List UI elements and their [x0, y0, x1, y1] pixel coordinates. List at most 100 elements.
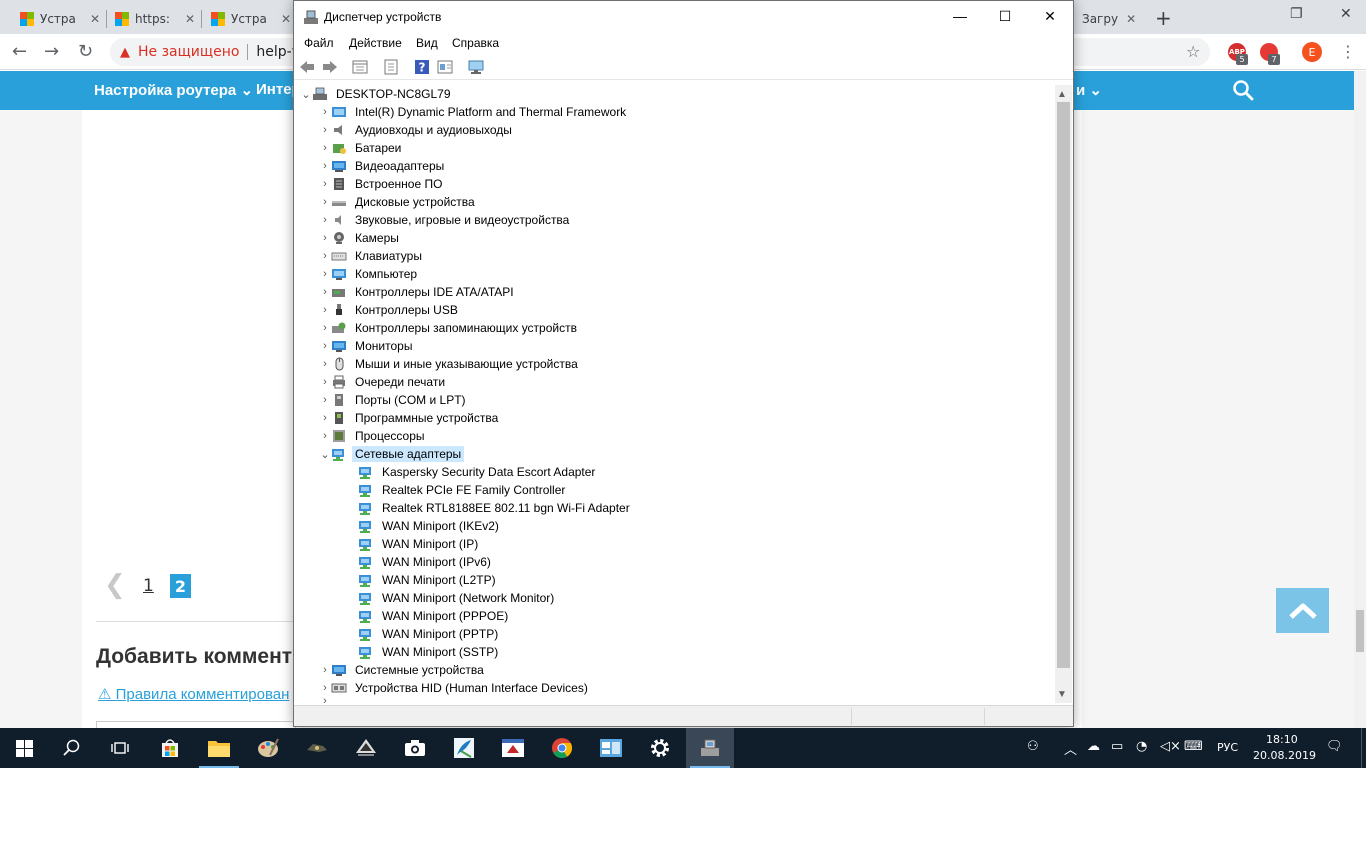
network-adapter-item[interactable]: WAN Miniport (PPPOE)	[346, 607, 511, 625]
network-adapter-item[interactable]: WAN Miniport (IPv6)	[346, 553, 494, 571]
back-icon[interactable]	[298, 58, 316, 76]
network-adapter-item[interactable]: WAN Miniport (L2TP)	[346, 571, 499, 589]
tree-category[interactable]: › Звуковые, игровые и видеоустройства	[319, 211, 572, 229]
expand-chevron-icon[interactable]: ›	[319, 682, 331, 694]
expand-chevron-icon[interactable]: ›	[319, 430, 331, 442]
expand-chevron-icon[interactable]: ›	[319, 286, 331, 298]
show-desktop-button[interactable]	[1361, 728, 1366, 768]
taskbar-camera-app[interactable]	[391, 728, 439, 768]
expand-chevron-icon[interactable]: ›	[319, 394, 331, 406]
minimize-button[interactable]: ―	[937, 1, 983, 31]
onedrive-cloud-icon[interactable]: ☁	[1087, 739, 1100, 754]
back-arrow-icon[interactable]: ←	[12, 41, 27, 62]
expand-chevron-icon[interactable]: ›	[319, 142, 331, 154]
expand-chevron-icon[interactable]: ›	[319, 412, 331, 424]
taskbar-store-app[interactable]	[146, 728, 194, 768]
browser-close-icon[interactable]: ✕	[1340, 6, 1352, 22]
taskbar-chrome-app[interactable]	[538, 728, 586, 768]
expand-chevron-icon[interactable]: ›	[319, 322, 331, 334]
tree-category[interactable]: › Видеоадаптеры	[319, 157, 447, 175]
tree-category[interactable]: › Мониторы	[319, 337, 415, 355]
menu-action[interactable]: Действие	[349, 36, 402, 50]
help-icon[interactable]: ?	[413, 58, 431, 76]
browser-tab-2[interactable]: https: ✕	[107, 4, 203, 34]
site-nav-more[interactable]: и ⌄	[1076, 81, 1102, 99]
scroll-down-arrow-icon[interactable]: ▼	[1057, 689, 1067, 700]
properties-icon[interactable]	[382, 58, 400, 76]
taskbar-settings-app[interactable]	[636, 728, 684, 768]
expand-chevron-icon[interactable]: ›	[319, 196, 331, 208]
tree-category[interactable]: › Контроллеры USB	[319, 301, 461, 319]
expand-chevron-icon[interactable]: ›	[319, 250, 331, 262]
tree-category[interactable]: › Дисковые устройства	[319, 193, 478, 211]
tab-close-icon[interactable]: ✕	[281, 12, 291, 26]
expand-chevron-icon[interactable]: ›	[319, 340, 331, 352]
maximize-button[interactable]: ☐	[982, 1, 1028, 31]
tree-category[interactable]: › Контроллеры запоминающих устройств	[319, 319, 580, 337]
input-language[interactable]: РУС	[1217, 741, 1238, 754]
page-scrollbar-thumb[interactable]	[1356, 610, 1364, 652]
menu-view[interactable]: Вид	[416, 36, 438, 50]
start-button[interactable]	[0, 728, 48, 768]
people-icon[interactable]: ⚇	[1027, 739, 1039, 754]
close-button[interactable]: ✕	[1027, 1, 1073, 31]
network-adapter-item[interactable]: WAN Miniport (Network Monitor)	[346, 589, 557, 607]
pager-prev-icon[interactable]: ❮	[104, 570, 126, 600]
tree-root[interactable]: ⌄ DESKTOP-NC8GL79	[300, 85, 454, 103]
tree-view-icon[interactable]	[351, 58, 369, 76]
clock-time[interactable]: 18:10	[1266, 733, 1298, 746]
network-adapter-item[interactable]: Realtek PCIe FE Family Controller	[346, 481, 568, 499]
taskbar-paint-app[interactable]	[244, 728, 292, 768]
device-manager-titlebar[interactable]: Диспетчер устройств ― ☐ ✕	[294, 1, 1073, 32]
network-adapter-item[interactable]: WAN Miniport (PPTP)	[346, 625, 501, 643]
clock-date[interactable]: 20.08.2019	[1253, 749, 1316, 762]
scan-hardware-icon[interactable]	[467, 58, 485, 76]
forward-arrow-icon[interactable]: →	[44, 41, 59, 62]
network-adapter-item[interactable]: Realtek RTL8188EE 802.11 bgn Wi-Fi Adapt…	[346, 499, 633, 517]
tree-category[interactable]: › Батареи	[319, 139, 404, 157]
collapse-chevron-icon[interactable]: ⌄	[319, 448, 331, 461]
reload-icon[interactable]: ↻	[78, 41, 93, 62]
expand-chevron-icon[interactable]: ›	[319, 376, 331, 388]
tab-close-icon[interactable]: ✕	[1126, 12, 1136, 26]
tree-category[interactable]: › Очереди печати	[319, 373, 448, 391]
tree-category[interactable]: › Встроенное ПО	[319, 175, 445, 193]
expand-chevron-icon[interactable]: ›	[319, 304, 331, 316]
tree-category-network-adapters[interactable]: ⌄ Сетевые адаптеры	[319, 445, 465, 463]
expand-chevron-icon[interactable]: ›	[319, 232, 331, 244]
chrome-menu-icon[interactable]: ⋮	[1340, 42, 1356, 61]
notifications-icon[interactable]: 🗨	[1326, 739, 1343, 754]
network-adapter-item[interactable]: WAN Miniport (SSTP)	[346, 643, 501, 661]
network-adapter-item[interactable]: WAN Miniport (IKEv2)	[346, 517, 502, 535]
tree-item-partial[interactable]: ›	[319, 697, 331, 703]
keyboard-tray-icon[interactable]: ⌨	[1184, 739, 1203, 754]
taskbar-app-9[interactable]	[489, 728, 537, 768]
profile-avatar[interactable]: E	[1302, 42, 1322, 62]
expand-chevron-icon[interactable]: ›	[319, 358, 331, 370]
wifi-tray-icon[interactable]: ◔	[1136, 739, 1147, 754]
task-view-button[interactable]	[96, 728, 144, 768]
forward-icon[interactable]	[321, 58, 339, 76]
tree-category[interactable]: › Порты (COM и LPT)	[319, 391, 469, 409]
tree-category[interactable]: › Процессоры	[319, 427, 428, 445]
tab-close-icon[interactable]: ✕	[185, 12, 195, 26]
tray-overflow-chevron-icon[interactable]: ︿	[1064, 739, 1077, 758]
taskbar-explorer-app[interactable]	[195, 728, 243, 768]
tree-category[interactable]: › Компьютер	[319, 265, 420, 283]
network-adapter-item[interactable]: Kaspersky Security Data Escort Adapter	[346, 463, 598, 481]
taskbar-app-6[interactable]	[342, 728, 390, 768]
tree-category[interactable]: › Камеры	[319, 229, 402, 247]
bookmark-star-icon[interactable]: ☆	[1186, 42, 1200, 61]
tab-close-icon[interactable]: ✕	[90, 12, 100, 26]
collapse-chevron-icon[interactable]: ⌄	[300, 88, 312, 101]
scroll-up-arrow-icon[interactable]: ▲	[1057, 89, 1067, 100]
tree-category[interactable]: › Контроллеры IDE ATA/ATAPI	[319, 283, 517, 301]
search-button[interactable]	[48, 728, 96, 768]
resource-view-icon[interactable]	[436, 58, 454, 76]
tree-category[interactable]: › Программные устройства	[319, 409, 501, 427]
menu-file[interactable]: Файл	[304, 36, 334, 50]
expand-chevron-icon[interactable]: ›	[319, 214, 331, 226]
comment-rules-link[interactable]: ⚠ Правила комментирован	[98, 685, 289, 703]
expand-chevron-icon[interactable]: ›	[319, 178, 331, 190]
volume-muted-icon[interactable]: ◁×	[1160, 739, 1181, 754]
